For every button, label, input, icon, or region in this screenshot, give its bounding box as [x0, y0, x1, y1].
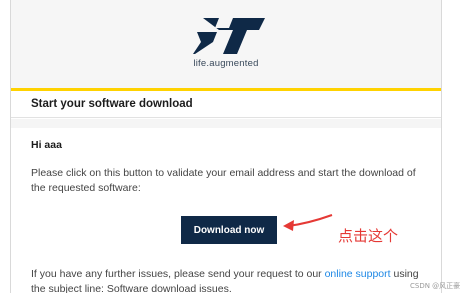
- logo-header: life.augmented: [11, 0, 441, 91]
- st-logo-icon: [193, 18, 265, 54]
- support-text: If you have any further issues, please s…: [31, 267, 423, 293]
- red-arrow-icon: [283, 214, 333, 231]
- online-support-link[interactable]: online support: [325, 268, 391, 280]
- support-prefix: If you have any further issues, please s…: [31, 268, 325, 280]
- watermark: CSDN @风正豪: [410, 282, 461, 290]
- instructions-text: Please click on this button to validate …: [31, 167, 416, 194]
- email-container: life.augmented Start your software downl…: [10, 0, 442, 293]
- annotation-label: 点击这个: [338, 227, 399, 245]
- download-now-button[interactable]: Download now: [181, 216, 277, 244]
- brand-tagline: life.augmented: [193, 58, 259, 69]
- section-title: Start your software download: [31, 98, 193, 110]
- section-header: Start your software download: [11, 91, 441, 118]
- greeting-text: Hi aaa: [31, 139, 62, 151]
- section-spacer: [11, 119, 441, 128]
